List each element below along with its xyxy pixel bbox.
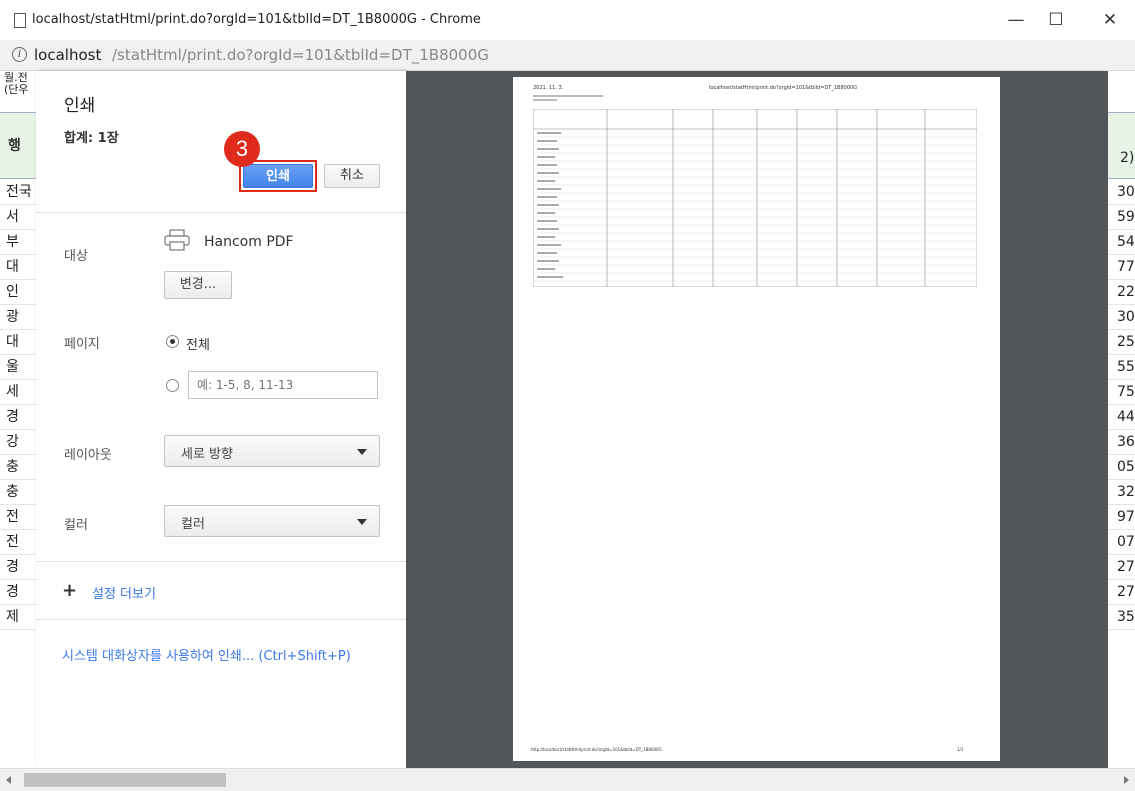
table-cell: 전국 xyxy=(0,180,36,205)
table-cell: 55 xyxy=(1107,355,1135,380)
table-cell: 97 xyxy=(1107,505,1135,530)
table-cell: 제 xyxy=(0,605,36,630)
pages-all-label: 전체 xyxy=(186,338,210,353)
table-cell: 세 xyxy=(0,380,36,405)
color-select[interactable]: 컬러 xyxy=(164,505,380,537)
table-cell: 35 xyxy=(1107,605,1135,630)
system-dialog-link[interactable]: 시스템 대화상자를 사용하여 인쇄... (Ctrl+Shift+P) xyxy=(62,645,351,664)
color-label: 컬러 xyxy=(64,518,88,533)
background-table-header-right xyxy=(1105,112,1135,179)
table-cell: 54 xyxy=(1107,230,1135,255)
table-cell: 44 xyxy=(1107,405,1135,430)
table-cell: 77 xyxy=(1107,255,1135,280)
table-cell: 충 xyxy=(0,480,36,505)
table-cell: 대 xyxy=(0,255,36,280)
pages-all-radio[interactable] xyxy=(166,335,179,348)
url-host: localhost xyxy=(34,46,102,64)
preview-subtitle xyxy=(533,95,603,101)
printer-name: Hancom PDF xyxy=(204,234,294,250)
preview-footer-page: 1/1 xyxy=(957,747,964,752)
table-cell: 30 xyxy=(1107,180,1135,205)
scrollbar-thumb[interactable] xyxy=(24,773,226,787)
divider xyxy=(36,212,406,213)
url-path: /statHtml/print.do?orgId=101&tblId=DT_1B… xyxy=(112,46,489,64)
minimize-button[interactable]: — xyxy=(996,8,1036,32)
more-settings-link[interactable]: 설정 더보기 xyxy=(92,583,156,602)
table-cell: 울 xyxy=(0,355,36,380)
window-title: localhost/statHtml/print.do?orgId=101&tb… xyxy=(32,12,481,27)
table-cell: 전 xyxy=(0,530,36,555)
table-cell: 59 xyxy=(1107,205,1135,230)
header-cell: 행 xyxy=(8,138,21,154)
dropdown-arrow-icon xyxy=(357,519,367,525)
table-cell: 25 xyxy=(1107,330,1135,355)
table-cell: 광 xyxy=(0,305,36,330)
info-icon[interactable]: i xyxy=(12,47,27,62)
table-cell: 부 xyxy=(0,230,36,255)
layout-value: 세로 방향 xyxy=(181,447,233,462)
preview-table xyxy=(533,109,977,287)
table-cell: 22 xyxy=(1107,280,1135,305)
table-cell: 경 xyxy=(0,405,36,430)
table-cell: 27 xyxy=(1107,580,1135,605)
maximize-button[interactable]: ☐ xyxy=(1036,8,1076,32)
table-cell: 07 xyxy=(1107,530,1135,555)
pages-custom-radio[interactable] xyxy=(166,379,179,392)
table-cell: 30 xyxy=(1107,305,1135,330)
preview-page: 2021. 11. 3. localhost/statHtml/print.do… xyxy=(513,77,1000,761)
table-cell: 서 xyxy=(0,205,36,230)
scroll-right-arrow-icon[interactable] xyxy=(1124,776,1129,784)
background-right-column: 30 59 54 77 22 30 25 55 75 44 36 05 32 9… xyxy=(1107,180,1135,630)
header-cell: 2) xyxy=(1120,150,1135,166)
title-bar: localhost/statHtml/print.do?orgId=101&tb… xyxy=(0,0,1135,40)
color-value: 컬러 xyxy=(181,517,205,532)
layout-select[interactable]: 세로 방향 xyxy=(164,435,380,467)
background-caption: 월.전 (단우 xyxy=(4,72,29,96)
table-cell: 32 xyxy=(1107,480,1135,505)
divider xyxy=(36,619,406,620)
preview-footer-url: http://localhost/statHtml/print.do?orgId… xyxy=(531,747,662,752)
table-cell: 충 xyxy=(0,455,36,480)
sheet-total: 합계: 1장 xyxy=(64,131,119,146)
print-button[interactable]: 인쇄 xyxy=(243,164,313,188)
table-cell: 경 xyxy=(0,580,36,605)
caption-line: (단우 xyxy=(4,83,29,96)
destination-label: 대상 xyxy=(64,249,88,264)
cancel-button[interactable]: 취소 xyxy=(324,164,380,188)
table-cell: 인 xyxy=(0,280,36,305)
table-cell: 27 xyxy=(1107,555,1135,580)
table-cell: 05 xyxy=(1107,455,1135,480)
close-button[interactable]: ✕ xyxy=(1090,8,1130,32)
divider xyxy=(36,561,406,562)
layout-label: 레이아웃 xyxy=(64,448,112,463)
page-icon xyxy=(14,13,26,28)
table-cell: 36 xyxy=(1107,430,1135,455)
address-bar[interactable]: i localhost /statHtml/print.do?orgId=101… xyxy=(0,40,1135,71)
background-table-header: 행 xyxy=(0,112,40,179)
step-badge: 3 xyxy=(224,131,260,167)
horizontal-scrollbar[interactable] xyxy=(0,768,1135,791)
preview-date: 2021. 11. 3. xyxy=(533,85,564,91)
preview-url: localhost/statHtml/print.do?orgId=101&tb… xyxy=(709,85,858,91)
change-destination-button[interactable]: 변경... xyxy=(164,271,232,299)
print-settings-panel: 인쇄 합계: 1장 인쇄 3 취소 대상 Hancom PDF 변경... 페이… xyxy=(36,71,406,768)
scroll-left-arrow-icon[interactable] xyxy=(6,776,11,784)
table-cell: 대 xyxy=(0,330,36,355)
table-cell: 전 xyxy=(0,505,36,530)
table-cell: 강 xyxy=(0,430,36,455)
plus-icon[interactable]: + xyxy=(62,580,77,601)
print-preview-area: 2021. 11. 3. localhost/statHtml/print.do… xyxy=(406,71,1108,768)
pages-input[interactable] xyxy=(188,371,378,399)
printer-icon xyxy=(164,229,190,251)
background-left-column: 전국 서 부 대 인 광 대 울 세 경 강 충 충 전 전 경 경 제 xyxy=(0,180,36,630)
panel-title: 인쇄 xyxy=(64,96,96,116)
pages-label: 페이지 xyxy=(64,337,100,352)
table-cell: 경 xyxy=(0,555,36,580)
dropdown-arrow-icon xyxy=(357,449,367,455)
table-cell: 75 xyxy=(1107,380,1135,405)
